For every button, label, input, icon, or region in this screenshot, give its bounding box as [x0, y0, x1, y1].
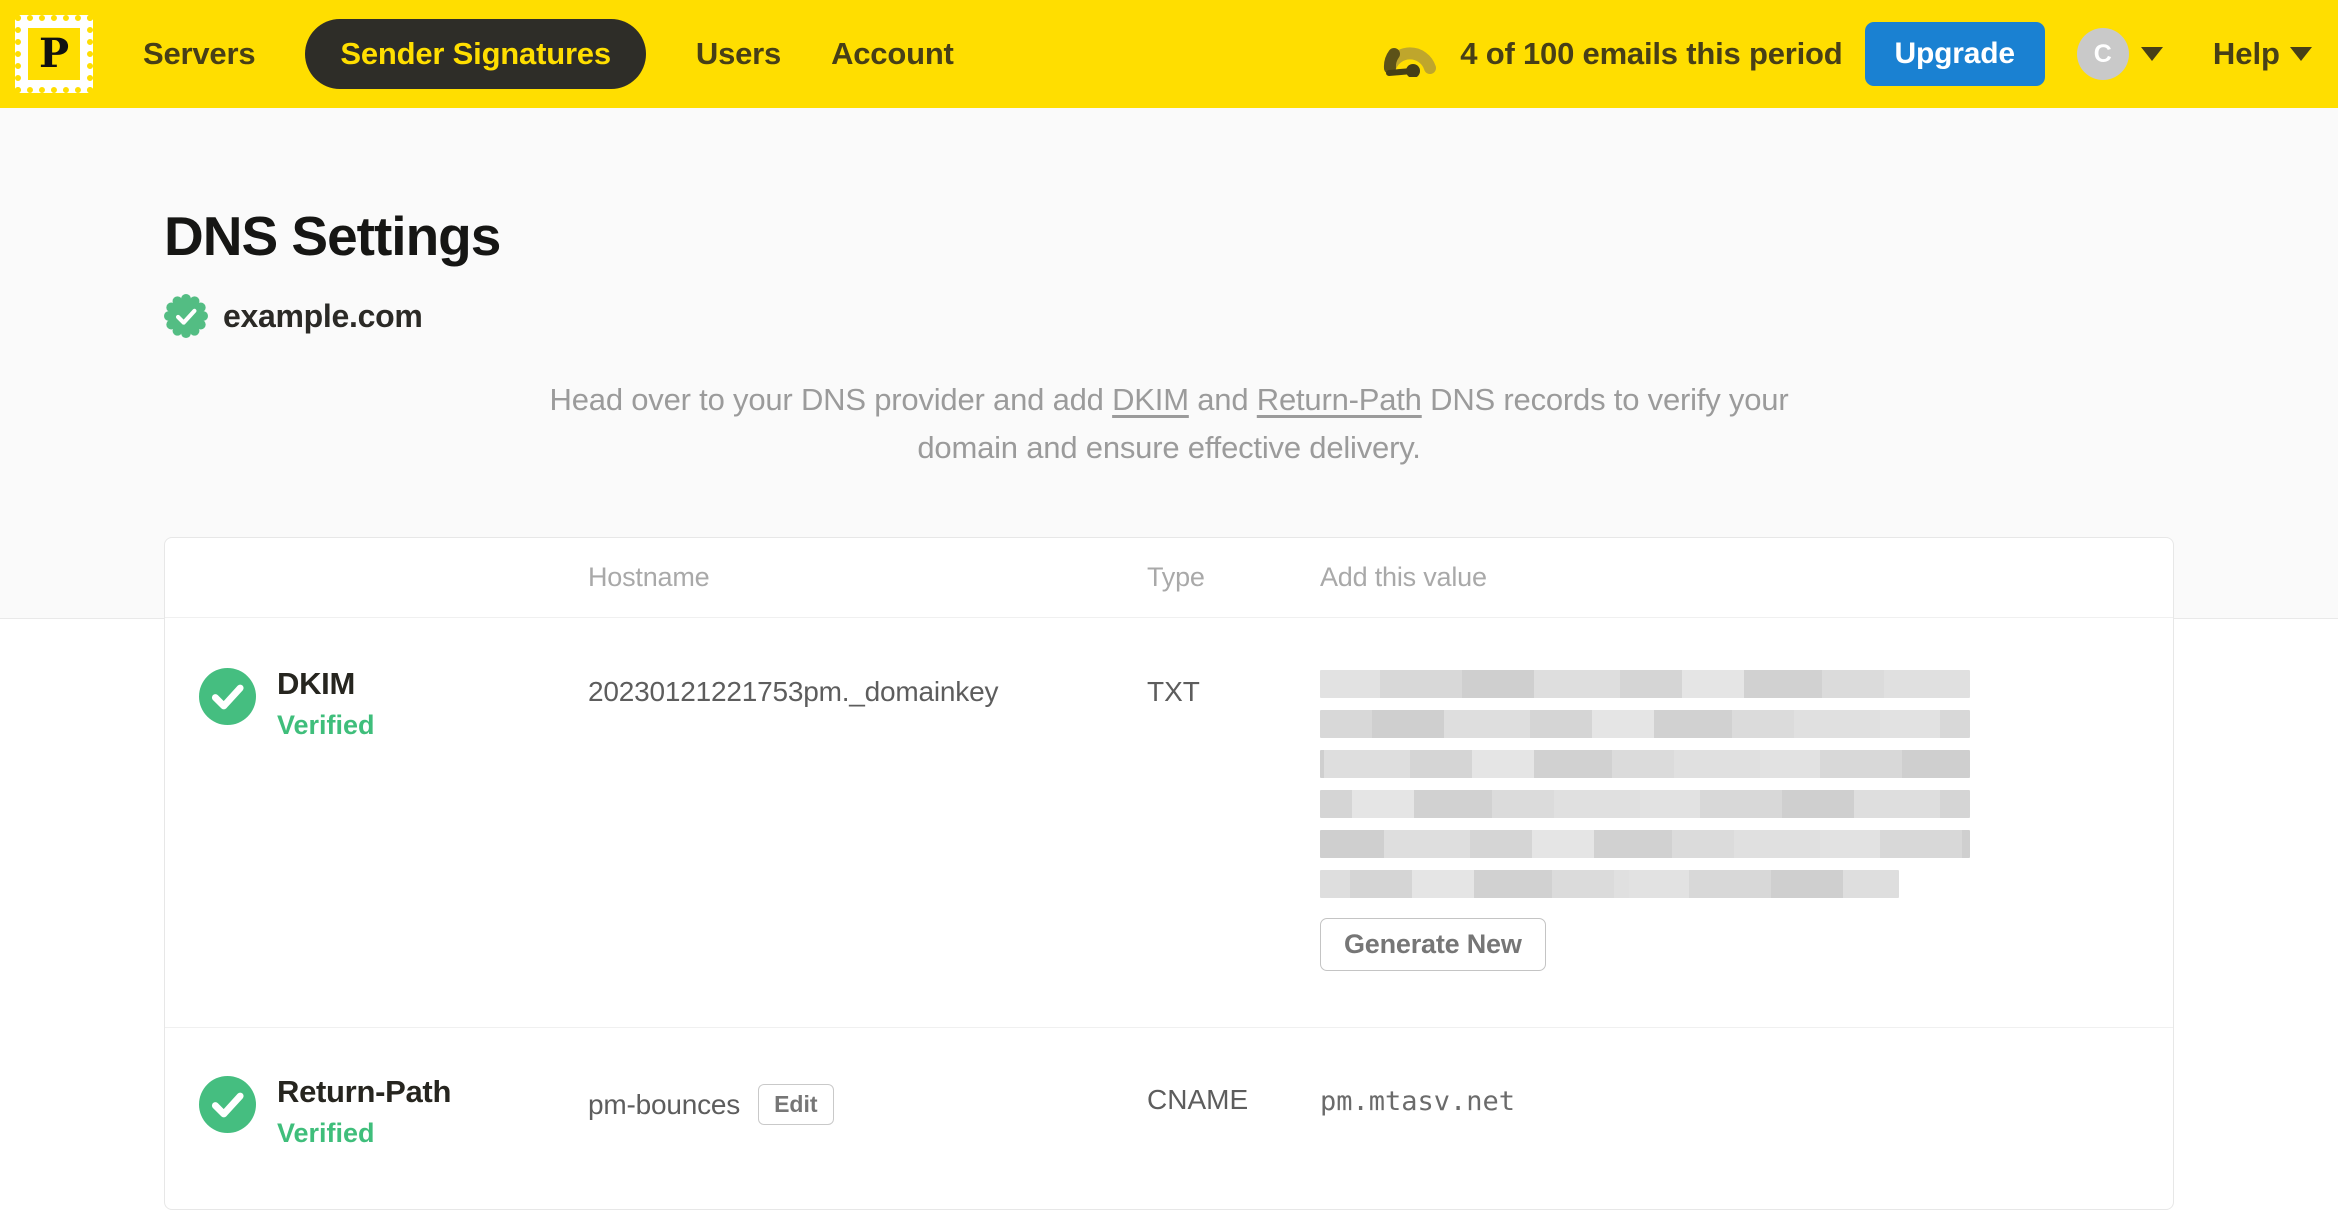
gauge-icon: [1384, 47, 1437, 77]
page-title: DNS Settings: [164, 205, 501, 267]
usage-meter-text: 4 of 100 emails this period: [1460, 36, 1843, 71]
table-row-return-path: Return-Path Verified pm-bounces Edit CNA…: [165, 1028, 2173, 1209]
help-menu[interactable]: Help: [2213, 36, 2312, 72]
record-name: DKIM: [277, 666, 356, 701]
account-menu[interactable]: C: [2076, 28, 2163, 80]
record-type: CNAME: [1147, 1084, 1249, 1115]
table-row-dkim: DKIM Verified 20230121221753pm._domainke…: [165, 618, 2173, 1028]
upgrade-button[interactable]: Upgrade: [1864, 22, 2045, 86]
caret-down-icon: [2290, 47, 2312, 61]
avatar[interactable]: C: [2076, 28, 2129, 80]
column-header-value: Add this value: [1320, 562, 1487, 592]
dkim-link[interactable]: DKIM: [1112, 382, 1189, 417]
postmark-logo-inner: P: [28, 28, 80, 80]
verified-domain: example.com: [164, 294, 2338, 338]
nav-item-sender-signatures[interactable]: Sender Signatures: [305, 19, 646, 89]
redacted-line: [1320, 830, 1970, 858]
redacted-dns-value: [1320, 670, 1970, 898]
postmark-logo-letter: P: [38, 30, 70, 77]
instructions-text: and: [1188, 382, 1257, 417]
primary-nav: Servers Sender Signatures Users Account: [143, 19, 954, 89]
check-circle-icon: [199, 1076, 256, 1133]
dns-records-card: Hostname Type Add this value DKIM Verifi…: [164, 537, 2174, 1210]
generate-new-button[interactable]: Generate New: [1320, 918, 1546, 971]
domain-name: example.com: [223, 297, 423, 334]
record-hostname: 20230121221753pm._domainkey: [588, 676, 999, 707]
seal-check-icon: [164, 294, 208, 338]
check-circle-icon: [199, 668, 256, 725]
redacted-line: [1320, 750, 1970, 778]
caret-down-icon: [2140, 47, 2163, 61]
column-header-type: Type: [1147, 562, 1205, 592]
column-header-hostname: Hostname: [588, 562, 710, 592]
nav-item-users[interactable]: Users: [696, 36, 781, 72]
instructions-text: Head over to your DNS provider and add: [549, 382, 1113, 417]
top-navbar: P Servers Sender Signatures Users Accoun…: [0, 0, 2338, 108]
instructions: Head over to your DNS provider and add D…: [164, 376, 2174, 472]
postmark-logo[interactable]: P: [15, 15, 93, 93]
return-path-link[interactable]: Return-Path: [1257, 382, 1422, 417]
edit-button[interactable]: Edit: [758, 1084, 834, 1125]
record-name: Return-Path: [277, 1074, 452, 1109]
redacted-line: [1320, 710, 1970, 738]
redacted-line: [1320, 790, 1970, 818]
record-value: pm.mtasv.net: [1320, 1086, 1516, 1117]
nav-item-servers[interactable]: Servers: [143, 36, 256, 72]
record-hostname: pm-bounces: [588, 1088, 741, 1120]
redacted-line: [1320, 870, 1899, 898]
nav-item-account[interactable]: Account: [831, 36, 954, 72]
status-badge: Verified: [277, 710, 375, 740]
navbar-right: 4 of 100 emails this period Upgrade C He…: [1382, 22, 2312, 86]
status-badge: Verified: [277, 1118, 375, 1148]
table-header-row: Hostname Type Add this value: [165, 538, 2173, 618]
help-label[interactable]: Help: [2213, 36, 2280, 72]
redacted-line: [1320, 670, 1970, 698]
record-type: TXT: [1147, 676, 1200, 707]
